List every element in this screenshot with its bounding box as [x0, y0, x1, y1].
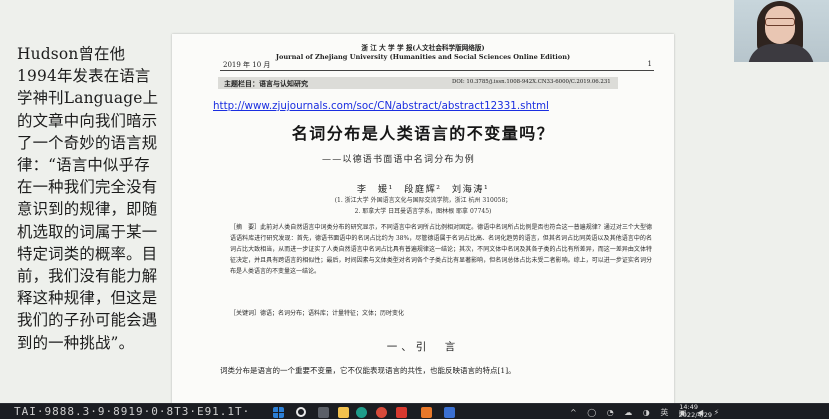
page-number: 1	[647, 60, 652, 68]
webcam-feed[interactable]	[734, 0, 829, 62]
windows-start-icon[interactable]	[273, 407, 284, 418]
paper-subtitle: ——以德语书面语中名词分布为例	[322, 155, 476, 165]
clock-time[interactable]: 14:49	[679, 404, 698, 411]
task-view-icon[interactable]	[318, 407, 329, 418]
slide-left-text: Hudson曾在他1994年发表在语言学神刊Language上的文章中向我们暗示…	[17, 45, 159, 352]
wps-office-icon[interactable]	[396, 407, 407, 418]
issue-date: 2019 年 10 月	[223, 61, 271, 69]
column-label: 主题栏目：语言与认知研究	[224, 79, 308, 88]
paper-title: 名词分布是人类语言的不变量吗？	[291, 124, 555, 143]
affiliation-2: 2. 耶拿大学 日耳曼语言学系，图林根 耶拿 07745)	[354, 208, 492, 215]
taskbar-overlay-text: TAI·9888.3·9·8919·0·8T3·E91.1T·	[14, 405, 251, 418]
clock-date[interactable]: 2022/4/29	[679, 412, 712, 419]
intro-paragraph: 词类分布是语言的一个重要不变量，它不仅能表现语言的共性，也能反映语言的特点[1]…	[220, 366, 516, 375]
paper-authors: 李 媛¹ 段庭辉² 刘海涛¹	[356, 184, 490, 195]
chrome-browser-icon[interactable]	[376, 407, 387, 418]
paper-keywords: ［关键词］德语；名词分布；语料库；计量特征；文体；历时变化	[230, 310, 405, 317]
affiliation-1: (1. 浙江大学 外国语言文化与国际交流学院，浙江 杭州 310058；	[334, 197, 512, 204]
section-heading: 一、引 言	[386, 341, 460, 353]
paper-abstract: ［摘 要］此前对人类自然语言中词类分布的研究显示，不同语言中名词所占比例相对固定…	[230, 224, 652, 275]
media-app-icon[interactable]	[444, 407, 455, 418]
search-icon[interactable]	[296, 407, 306, 417]
article-url-link[interactable]: http://www.zjujournals.com/soc/CN/abstra…	[213, 100, 549, 112]
taskbar: TAI·9888.3·9·8919·0·8T3·E91.1T· ^ ◯ ◔ ☁ …	[0, 403, 829, 419]
presenter-glasses	[765, 18, 795, 26]
doi-text: DOI: 10.3785/j.issn.1008-942X.CN33-6000/…	[452, 79, 611, 85]
edge-browser-icon[interactable]	[356, 407, 367, 418]
paper-page: 浙 江 大 学 学 报(人文社会科学版网络版) Journal of Zheji…	[172, 34, 674, 403]
file-explorer-icon[interactable]	[338, 407, 349, 418]
presentation-slide: Hudson曾在他1994年发表在语言学神刊Language上的文章中向我们暗示…	[0, 0, 829, 403]
app-icon[interactable]	[421, 407, 432, 418]
header-rule	[220, 70, 654, 71]
